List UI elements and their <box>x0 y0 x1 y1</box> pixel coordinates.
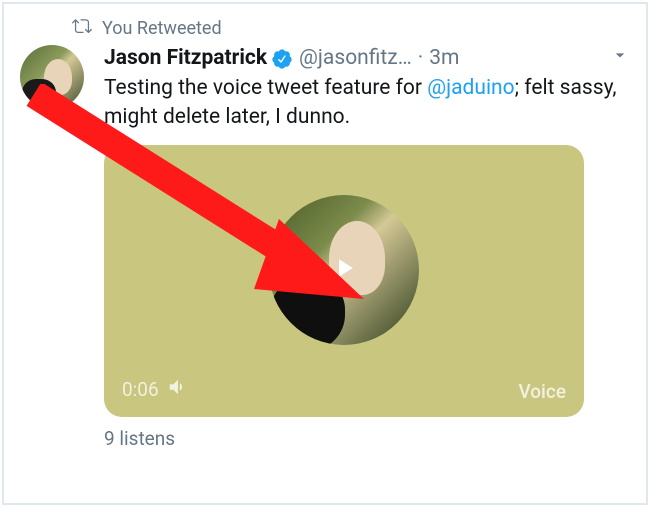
tweet-header: Jason Fitzpatrick @jasonfitz… · 3m <box>104 45 630 72</box>
retweet-label: You Retweeted <box>102 18 222 39</box>
author-name[interactable]: Jason Fitzpatrick <box>104 46 267 71</box>
tweet-timestamp[interactable]: 3m <box>429 46 459 71</box>
voice-tweet-card[interactable]: 0:06 Voice <box>104 145 584 417</box>
mention-link[interactable]: @jaduino <box>427 76 514 100</box>
retweet-indicator: You Retweeted <box>72 16 630 41</box>
tweet-text-before: Testing the voice tweet feature for <box>104 76 427 100</box>
tweet-text: Testing the voice tweet feature for @jad… <box>104 74 630 131</box>
verified-badge-icon <box>271 48 293 70</box>
voice-duration: 0:06 <box>122 378 159 401</box>
content-column: Jason Fitzpatrick @jasonfitz… · 3m Testi… <box>92 45 630 450</box>
sound-on-icon[interactable] <box>167 376 189 403</box>
voice-duration-row: 0:06 <box>122 376 189 403</box>
retweet-icon <box>72 16 92 41</box>
avatar-column <box>20 45 92 450</box>
tweet-card: You Retweeted Jason Fitzpatrick @jasonfi… <box>2 2 648 505</box>
author-avatar[interactable] <box>20 45 84 109</box>
listens-count: 9 listens <box>104 427 630 450</box>
chevron-down-icon[interactable] <box>610 45 630 72</box>
voice-avatar <box>269 195 419 345</box>
play-icon[interactable] <box>329 253 359 287</box>
author-handle[interactable]: @jasonfitz… <box>299 46 412 71</box>
tweet-body: Jason Fitzpatrick @jasonfitz… · 3m Testi… <box>20 45 630 450</box>
separator-dot: · <box>418 46 424 71</box>
voice-type-label: Voice <box>518 380 566 403</box>
